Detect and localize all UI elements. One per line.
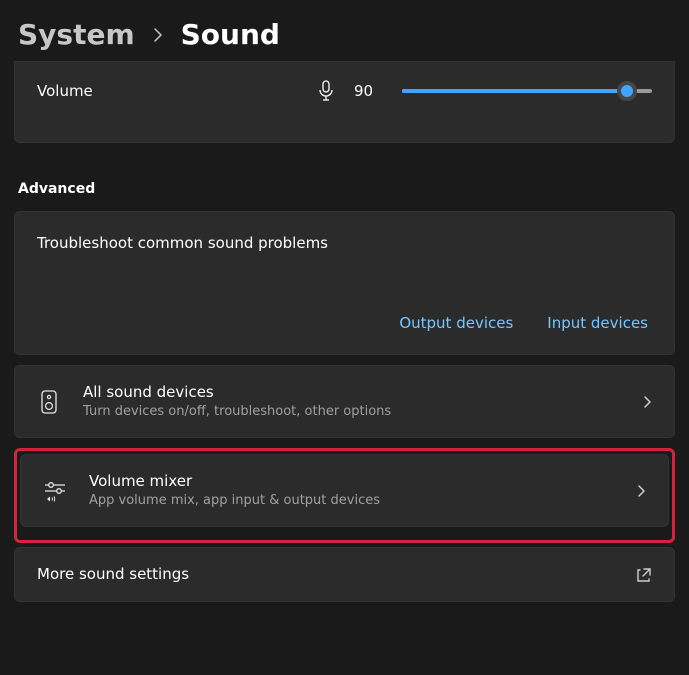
troubleshoot-title: Troubleshoot common sound problems [37, 234, 652, 252]
input-devices-link[interactable]: Input devices [547, 314, 648, 332]
volume-mixer-subtitle: App volume mix, app input & output devic… [89, 492, 615, 510]
output-devices-link[interactable]: Output devices [399, 314, 513, 332]
more-sound-settings-title: More sound settings [37, 564, 614, 585]
mixer-icon [43, 480, 67, 502]
highlight-annotation: Volume mixer App volume mix, app input &… [14, 448, 675, 543]
speaker-device-icon [37, 389, 61, 415]
volume-mixer-title: Volume mixer [89, 471, 615, 492]
breadcrumb-current: Sound [181, 18, 280, 51]
section-advanced-header: Advanced [18, 181, 671, 197]
all-sound-devices-title: All sound devices [83, 382, 621, 403]
all-sound-devices-subtitle: Turn devices on/off, troubleshoot, other… [83, 403, 621, 421]
open-external-icon [636, 567, 652, 583]
chevron-right-icon [153, 28, 163, 42]
volume-label: Volume [37, 82, 93, 100]
more-sound-settings-row[interactable]: More sound settings [14, 547, 675, 602]
volume-mixer-row[interactable]: Volume mixer App volume mix, app input &… [20, 454, 669, 527]
volume-value: 90 [354, 82, 382, 100]
chevron-right-icon [643, 395, 652, 409]
microphone-icon[interactable] [318, 80, 334, 102]
chevron-right-icon [637, 484, 646, 498]
all-sound-devices-row[interactable]: All sound devices Turn devices on/off, t… [14, 365, 675, 438]
troubleshoot-card: Troubleshoot common sound problems Outpu… [14, 211, 675, 355]
volume-row: Volume 90 [14, 61, 675, 143]
volume-slider[interactable] [402, 81, 652, 101]
breadcrumb-parent[interactable]: System [18, 18, 135, 51]
breadcrumb: System Sound [0, 0, 689, 61]
